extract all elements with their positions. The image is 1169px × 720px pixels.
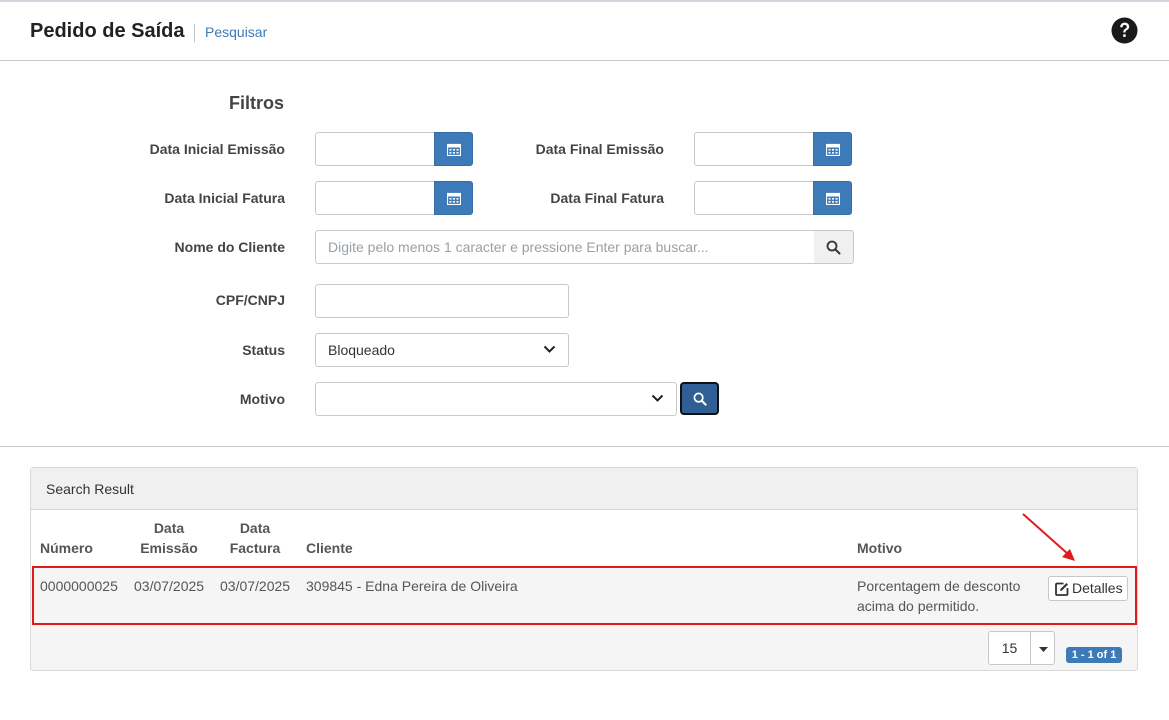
filters-title: Filtros xyxy=(229,93,285,113)
search-icon xyxy=(693,392,707,406)
label-data-final-emissao: Data Final Emissão xyxy=(535,141,664,157)
page-size-dropdown-button[interactable] xyxy=(1030,631,1055,665)
chevron-down-icon xyxy=(651,394,664,402)
data-final-fatura-input[interactable] xyxy=(694,181,814,215)
label-data-inicial-fatura: Data Inicial Fatura xyxy=(164,190,285,206)
data-inicial-emissao-calendar-button[interactable] xyxy=(434,132,473,166)
status-select[interactable]: Bloqueado xyxy=(315,333,569,367)
data-inicial-fatura-input[interactable] xyxy=(315,181,435,215)
calendar-icon xyxy=(447,192,461,205)
detalles-button-label: Detalles xyxy=(1072,580,1123,596)
motivo-select[interactable] xyxy=(315,382,677,416)
label-data-final-fatura: Data Final Fatura xyxy=(550,190,664,206)
breadcrumb-pesquisar[interactable]: Pesquisar xyxy=(205,24,267,40)
data-inicial-emissao-input[interactable] xyxy=(315,132,435,166)
column-header-cliente[interactable]: Cliente xyxy=(306,538,353,558)
data-final-fatura-calendar-button[interactable] xyxy=(813,181,852,215)
column-header-data-emissao-line2[interactable]: Emissão xyxy=(134,538,204,558)
search-result-header: Search Result xyxy=(31,468,1137,510)
page-info-badge: 1 - 1 of 1 xyxy=(1066,647,1122,663)
caret-down-icon xyxy=(1039,647,1048,652)
column-header-data-factura-line2[interactable]: Factura xyxy=(220,538,290,558)
label-motivo: Motivo xyxy=(239,391,285,407)
column-header-numero[interactable]: Número xyxy=(40,538,93,558)
cell-motivo-line1: Porcentagem de desconto xyxy=(857,578,1021,594)
calendar-icon xyxy=(826,143,840,156)
calendar-icon xyxy=(826,192,840,205)
chevron-down-icon xyxy=(543,345,556,353)
cell-numero: 0000000025 xyxy=(40,578,118,594)
calendar-icon xyxy=(447,143,461,156)
cpf-cnpj-input[interactable] xyxy=(315,284,569,318)
search-result-title: Search Result xyxy=(46,481,134,497)
label-data-inicial-emissao: Data Inicial Emissão xyxy=(149,141,285,157)
cell-data-emissao: 03/07/2025 xyxy=(134,578,205,594)
search-submit-button[interactable] xyxy=(680,382,719,415)
status-selected-value: Bloqueado xyxy=(328,342,395,358)
column-header-data-factura-line1[interactable]: Data xyxy=(220,518,290,538)
help-icon[interactable] xyxy=(1111,17,1138,44)
title-separator xyxy=(194,24,195,42)
cell-cliente: 309845 - Edna Pereira de Oliveira xyxy=(306,578,518,594)
data-final-emissao-input[interactable] xyxy=(694,132,814,166)
label-nome-do-cliente: Nome do Cliente xyxy=(174,239,285,255)
label-status: Status xyxy=(242,342,285,358)
cell-data-factura: 03/07/2025 xyxy=(220,578,291,594)
page-header: Pedido de Saída Pesquisar xyxy=(0,2,1169,61)
cell-motivo-line2: acima do permitido. xyxy=(857,598,980,614)
column-header-motivo[interactable]: Motivo xyxy=(857,538,902,558)
edit-icon xyxy=(1055,582,1069,596)
page-size-select[interactable]: 15 xyxy=(988,631,1031,665)
section-divider xyxy=(0,446,1169,447)
nome-cliente-input[interactable]: Digite pelo menos 1 caracter e pressione… xyxy=(315,230,815,264)
data-final-emissao-calendar-button[interactable] xyxy=(813,132,852,166)
column-header-data-emissao-line1[interactable]: Data xyxy=(134,518,204,538)
data-inicial-fatura-calendar-button[interactable] xyxy=(434,181,473,215)
page-title: Pedido de Saída xyxy=(30,20,185,42)
annotation-arrow-icon xyxy=(1022,513,1075,561)
detalles-button[interactable]: Detalles xyxy=(1048,576,1128,601)
search-icon xyxy=(826,240,841,255)
nome-cliente-search-button[interactable] xyxy=(814,230,854,264)
label-cpf-cnpj: CPF/CNPJ xyxy=(215,292,285,308)
